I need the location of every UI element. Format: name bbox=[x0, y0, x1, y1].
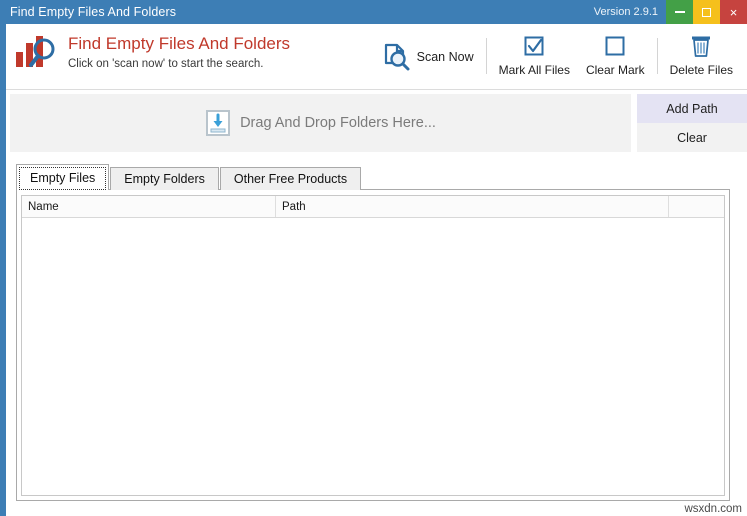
drop-hint: Drag And Drop Folders Here... bbox=[205, 109, 436, 137]
minimize-button[interactable] bbox=[666, 0, 693, 24]
page-title: Find Empty Files And Folders bbox=[68, 34, 291, 53]
title-bar: Find Empty Files And Folders Version 2.9… bbox=[0, 0, 747, 24]
table-header-row: Name Path bbox=[22, 196, 724, 218]
scan-now-label: Scan Now bbox=[416, 50, 474, 64]
checkbox-checked-icon bbox=[523, 32, 545, 60]
maximize-icon bbox=[702, 7, 711, 17]
path-buttons-group: Add Path Clear bbox=[637, 94, 747, 152]
mark-all-files-label: Mark All Files bbox=[498, 63, 570, 77]
clear-mark-button[interactable]: Clear Mark bbox=[578, 28, 653, 86]
delete-files-button[interactable]: Delete Files bbox=[662, 28, 741, 86]
drag-and-drop-area[interactable]: Drag And Drop Folders Here... bbox=[10, 94, 631, 152]
version-label: Version 2.9.1 bbox=[593, 6, 658, 18]
bar-chart-magnifier-logo-icon bbox=[16, 36, 55, 67]
toolbar-separator-1 bbox=[485, 38, 487, 74]
results-table: Name Path bbox=[21, 195, 725, 496]
application-window: Find Empty Files And Folders Version 2.9… bbox=[0, 0, 747, 516]
close-button[interactable]: × bbox=[720, 0, 747, 24]
header-bar: Find Empty Files And Folders Click on 's… bbox=[6, 24, 747, 90]
download-into-tray-icon bbox=[206, 110, 231, 136]
page-subtitle: Click on 'scan now' to start the search. bbox=[68, 58, 264, 70]
scan-now-button[interactable]: Scan Now bbox=[373, 28, 482, 86]
toolbar-separator-2 bbox=[656, 38, 658, 74]
window-title: Find Empty Files And Folders bbox=[10, 5, 177, 19]
column-header-extra[interactable] bbox=[669, 196, 724, 217]
tab-content-panel: Name Path bbox=[16, 189, 730, 501]
tab-empty-folders-label: Empty Folders bbox=[124, 172, 205, 186]
document-search-icon bbox=[381, 43, 411, 71]
tab-empty-folders[interactable]: Empty Folders bbox=[110, 167, 219, 190]
maximize-button[interactable] bbox=[693, 0, 720, 24]
trash-icon bbox=[689, 32, 713, 60]
tab-bar: Empty Files Empty Folders Other Free Pro… bbox=[16, 164, 730, 190]
brand-block: Find Empty Files And Folders Click on 's… bbox=[14, 32, 290, 72]
tab-other-free-products[interactable]: Other Free Products bbox=[219, 167, 362, 190]
drop-area-label: Drag And Drop Folders Here... bbox=[240, 115, 436, 131]
brand-text-block: Find Empty Files And Folders Click on 's… bbox=[68, 32, 290, 72]
close-icon: × bbox=[729, 4, 738, 20]
toolbar: Scan Now Mark All Files Clear Mark Delet… bbox=[373, 28, 741, 86]
clear-path-button[interactable]: Clear bbox=[637, 123, 747, 152]
table-body-empty bbox=[22, 218, 724, 495]
column-header-path[interactable]: Path bbox=[276, 196, 669, 217]
watermark: wsxdn.com bbox=[684, 503, 742, 515]
minimize-icon bbox=[674, 11, 685, 13]
clear-mark-label: Clear Mark bbox=[585, 63, 645, 77]
tab-empty-files[interactable]: Empty Files bbox=[16, 164, 110, 190]
mark-all-files-button[interactable]: Mark All Files bbox=[491, 28, 578, 86]
drop-row: Drag And Drop Folders Here... Add Path C… bbox=[6, 90, 747, 156]
add-path-button[interactable]: Add Path bbox=[637, 94, 747, 123]
delete-files-label: Delete Files bbox=[669, 63, 733, 77]
checkbox-empty-icon bbox=[604, 32, 626, 60]
tab-empty-files-label: Empty Files bbox=[30, 170, 96, 185]
column-header-name[interactable]: Name bbox=[22, 196, 276, 217]
tab-other-free-products-label: Other Free Products bbox=[233, 172, 348, 186]
